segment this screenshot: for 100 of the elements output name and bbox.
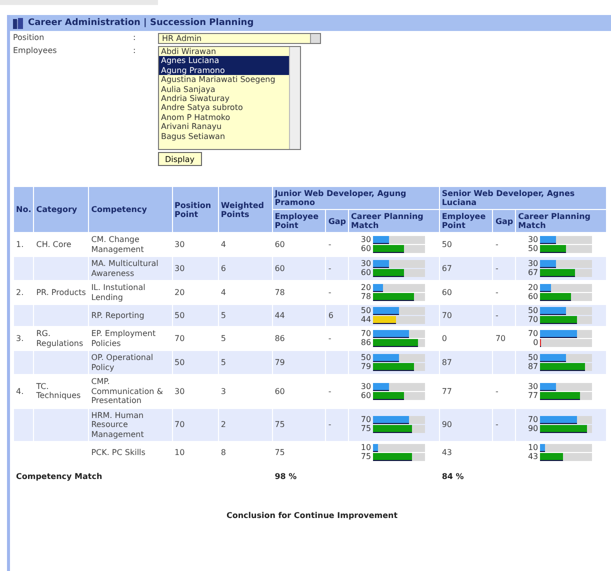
bar-value: 50: [526, 307, 538, 315]
section-heading: Conclusion for Continue Improvement: [225, 510, 399, 520]
group-header: Senior Web Developer, Agnes Luciana: [440, 187, 606, 209]
list-option[interactable]: Aulia Sanjaya: [159, 84, 289, 94]
table-cell: -: [493, 257, 516, 280]
table-cell-text: RG. Regulations: [35, 328, 84, 350]
field-label: Employees: [13, 46, 58, 57]
table-cell-text: PR. Products: [35, 286, 87, 299]
table-cell-text: 60: [440, 286, 453, 299]
table-cell: 50: [172, 351, 218, 374]
table-cell-text: 60: [274, 386, 286, 398]
column-header: Competency: [89, 187, 172, 232]
bar-value: 43: [526, 453, 538, 461]
table-cell-text: 8: [220, 446, 228, 459]
table-cell-text: 78: [274, 286, 286, 299]
table-cell: 2: [218, 408, 272, 441]
table-cell-text: Competency Match: [15, 471, 104, 483]
table-cell: 5: [218, 351, 272, 374]
bar-value: 20: [360, 284, 372, 292]
table-cell-text: 3: [220, 386, 228, 398]
table-cell: 87: [440, 351, 492, 374]
list-option[interactable]: Andre Satya subroto: [159, 103, 289, 113]
table-cell: 6: [326, 305, 348, 326]
bar-value: 86: [360, 339, 372, 347]
table-cell: 50: [172, 305, 218, 326]
table-cell-text: CMP. Communication & Presentation: [90, 376, 164, 407]
bar-value: 30: [526, 236, 538, 244]
list-option[interactable]: Bagus Setiawan: [159, 132, 289, 141]
column-header: No.: [14, 187, 34, 232]
list-option[interactable]: Agustina Mariawati Soegeng: [159, 75, 289, 85]
table-cell-text: PCK. PC Skills: [90, 446, 146, 459]
table-cell: -: [326, 257, 348, 280]
bar-value: 20: [526, 284, 538, 292]
list-option[interactable]: Agnes Luciana: [159, 56, 289, 66]
table-cell-text: 2.: [15, 286, 25, 299]
table-cell-text: 5: [220, 332, 228, 345]
table-cell-text: 70: [494, 332, 507, 345]
bar-value: 90: [526, 425, 538, 434]
column-header: Gap: [326, 210, 348, 232]
table-cell: 90: [440, 408, 492, 441]
table-cell-text: 4.: [15, 386, 25, 398]
table-cell-text: 43: [440, 446, 453, 459]
table-cell-text: CH. Core: [35, 238, 72, 251]
table-cell-text: 86: [274, 332, 286, 345]
bar-value: 70: [360, 330, 372, 338]
table-cell-text: 30: [174, 386, 186, 398]
bar-value: 0: [532, 339, 538, 347]
table-cell-text: -: [494, 238, 500, 251]
table-cell-text: EP. Employment Policies: [90, 328, 157, 350]
list-option[interactable]: Abdi Wirawan: [159, 47, 289, 56]
bar-value: 77: [526, 392, 538, 400]
bar-value: 30: [526, 382, 538, 391]
table-cell-text: -: [327, 332, 332, 345]
table-cell-text: CM. Change Management: [90, 234, 145, 256]
list-option[interactable]: Andria Siwaturay: [159, 94, 289, 104]
table-cell: MA. Multicultural Awareness: [89, 257, 172, 280]
table-cell-text: -: [327, 238, 332, 251]
table-cell-text: 4: [220, 238, 228, 251]
bar-value: 44: [360, 316, 372, 324]
table-cell-text: 84 %: [440, 471, 465, 483]
table-cell: 79: [272, 351, 326, 374]
table-cell-text: 30: [174, 238, 186, 251]
bar-value: 10: [360, 444, 372, 452]
table-cell: OP. Operational Policy: [89, 351, 172, 374]
bar-value: 10: [526, 444, 538, 452]
table-cell-text: 10: [174, 446, 186, 459]
scrollbar[interactable]: [289, 47, 300, 149]
bar-value: 30: [360, 236, 372, 244]
table-cell-text: TC. Techniques: [35, 380, 82, 402]
bar-value: 30: [526, 260, 538, 268]
table-cell-text: -: [494, 386, 500, 398]
column-header: Employee Point: [440, 210, 492, 232]
column-header: Gap: [493, 210, 516, 232]
table-cell-text: 77: [440, 386, 453, 398]
bar-value: 70: [526, 316, 538, 324]
group-header: Junior Web Developer, Agung Pramono: [272, 187, 439, 209]
book-icon: [12, 18, 24, 28]
field-label: Position: [13, 33, 46, 44]
table-cell-text: -: [327, 386, 332, 398]
label-separator: :: [133, 33, 137, 44]
bar-value: 75: [360, 425, 372, 434]
list-option[interactable]: Arivani Ranayu: [159, 122, 289, 132]
bar-value: 50: [360, 307, 372, 315]
table-cell-text: -: [327, 286, 332, 299]
table-cell: 6: [218, 257, 272, 280]
list-option[interactable]: Anom P Hatmoko: [159, 112, 289, 122]
table-cell-text: 50: [440, 238, 453, 251]
label-separator: :: [133, 46, 137, 57]
bar-value: 75: [360, 453, 372, 461]
table-cell-text: 98 %: [274, 471, 298, 483]
bar-value: 79: [360, 363, 372, 371]
position-select[interactable]: HR Admin: [158, 33, 321, 44]
table-cell: -: [493, 305, 516, 326]
display-button[interactable]: Display: [158, 152, 202, 166]
table-cell: 70: [440, 305, 492, 326]
table-cell: 30: [172, 257, 218, 280]
bar-value: 87: [526, 363, 538, 371]
column-header: Weighted Points: [218, 187, 272, 232]
table-cell-text: 60: [274, 238, 286, 251]
table-cell-text: 20: [174, 286, 186, 299]
